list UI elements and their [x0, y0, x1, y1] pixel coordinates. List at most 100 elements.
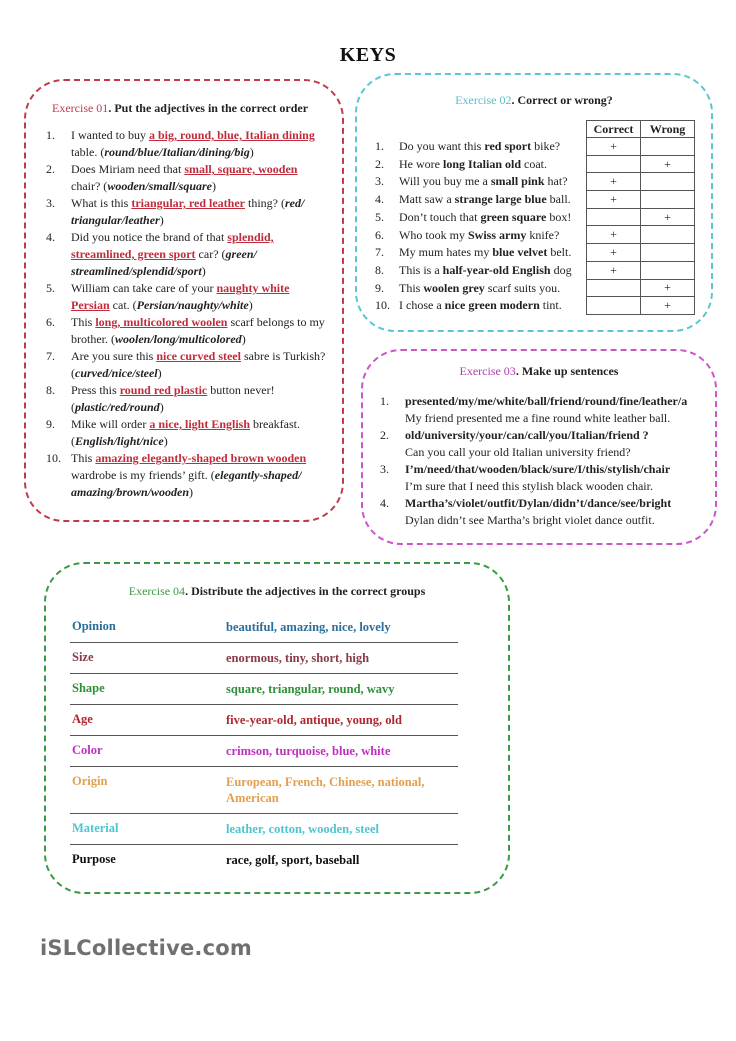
- wrong-cell: +: [640, 207, 695, 227]
- sentence-text: ): [159, 213, 164, 227]
- sentence-text: ): [212, 179, 216, 193]
- exercise-02-item: 6. Who took my Swiss army knife?: [375, 227, 595, 245]
- table-row: +: [586, 296, 695, 315]
- sentence-text: Mike will order: [71, 417, 150, 431]
- group-row: Color crimson, turquoise, blue, white: [70, 736, 458, 767]
- exercise-02-item: 1. Do you want this red sport bike?: [375, 138, 595, 156]
- sentence-text: Did you notice the brand of that: [71, 230, 228, 244]
- sentence-text: car? (: [195, 247, 226, 261]
- correct-cell: +: [586, 190, 641, 209]
- group-row: Origin European, French, Chinese, nationa…: [70, 767, 458, 814]
- page-title: KEYS: [339, 44, 397, 66]
- hint-adjectives: round/blue/Italian/dining/big: [104, 145, 250, 159]
- exercise-01-item: 8. Press this round red plastic button ne…: [46, 382, 326, 416]
- item-number: 1.: [380, 394, 389, 408]
- item-number: 5.: [375, 209, 384, 224]
- sentence-text: I wanted to buy: [71, 128, 149, 142]
- group-words: square, triangular, round, wavy: [226, 682, 395, 696]
- adjective-phrase: nice green modern: [444, 298, 540, 313]
- group-category: Size: [72, 650, 94, 664]
- exercise-03-heading: Exercise 03. Make up sentences: [363, 364, 715, 379]
- sentence-text: This: [399, 280, 424, 295]
- group-row: Age five-year-old, antique, young, old: [70, 705, 458, 736]
- item-number: 10.: [46, 451, 61, 465]
- exercise-03-list: 1. presented/my/me/white/ball/friend/roun…: [380, 393, 710, 529]
- wrong-cell: +: [640, 296, 695, 315]
- table-row: +: [586, 243, 695, 262]
- table-row: +: [586, 137, 695, 156]
- table-row: +: [586, 207, 695, 227]
- correct-cell: +: [586, 225, 641, 245]
- adjective-phrase: blue velvet: [492, 245, 548, 260]
- item-number: 6.: [46, 315, 55, 329]
- answer-adjectives: nice curved steel: [156, 349, 241, 363]
- answer-adjectives: amazing elegantly-shaped brown wooden: [95, 451, 307, 465]
- sentence-text: table. (: [71, 145, 105, 159]
- sentence-text: My mum hates my: [399, 245, 493, 260]
- sentence-text: ): [159, 400, 164, 414]
- sentence-text: I chose a: [399, 298, 445, 313]
- adjective-phrase: Swiss army: [468, 227, 527, 242]
- group-category: Material: [72, 821, 119, 835]
- item-number: 10.: [375, 298, 390, 313]
- wrong-cell: +: [640, 278, 695, 298]
- sentence-text: wardrobe is my friends’ gift. (: [71, 468, 215, 482]
- sentence-text: ): [248, 298, 253, 312]
- table-row: +: [586, 190, 695, 209]
- adjective-phrase: green square: [480, 209, 547, 224]
- sentence-text: He wore: [399, 156, 443, 171]
- table-row: +: [586, 172, 695, 192]
- sentence-text: ): [249, 145, 254, 159]
- group-category: Opinion: [72, 619, 116, 633]
- group-words: leather, cotton, wooden, steel: [226, 822, 379, 836]
- exercise-02-instruction: . Correct or wrong?: [511, 93, 613, 107]
- table-row: +: [586, 154, 695, 174]
- table-row: +: [586, 278, 695, 298]
- scrambled-words: presented/my/me/white/ball/friend/round/…: [405, 394, 688, 408]
- sentence-text: box!: [546, 209, 572, 224]
- exercise-03-item: 1. presented/my/me/white/ball/friend/roun…: [380, 393, 710, 426]
- exercise-02-list: 1. Do you want this red sport bike? 2. He w…: [375, 138, 595, 315]
- sentence-text: This: [71, 315, 96, 329]
- sentence-text: belt.: [547, 245, 572, 260]
- exercise-01-instruction: . Put the adjectives in the correct orde…: [108, 101, 309, 115]
- item-number: 3.: [375, 174, 384, 189]
- exercise-02-item: 2. He wore long Italian old coat.: [375, 156, 595, 174]
- exercise-04-label: Exercise 04: [128, 584, 186, 598]
- table-row: +: [586, 225, 695, 245]
- exercise-04-box: Exercise 04. Distribute the adjectives i…: [44, 562, 510, 894]
- item-number: 4.: [375, 192, 384, 207]
- group-row: Size enormous, tiny, short, high: [70, 643, 458, 674]
- table-row: +: [586, 260, 695, 280]
- answer-adjectives: triangular, red leather: [131, 196, 245, 210]
- adjective-phrase: strange large blue: [454, 192, 547, 207]
- scrambled-words: I’m/need/that/wooden/black/sure/I/this/s…: [405, 462, 671, 476]
- correct-cell: +: [586, 172, 641, 192]
- group-words: race, golf, sport, baseball: [226, 853, 360, 867]
- group-row: Opinion beautiful, amazing, nice, lovely: [70, 612, 458, 643]
- answer-sentence: Dylan didn’t see Martha’s bright violet …: [405, 512, 655, 527]
- correct-cell: +: [586, 260, 641, 280]
- exercise-01-box: Exercise 01. Put the adjectives in the c…: [24, 79, 344, 522]
- group-row: Purpose race, golf, sport, baseball: [70, 845, 458, 875]
- exercise-02-item: 10. I chose a nice green modern tint.: [375, 297, 595, 315]
- exercise-01-item: 7. Are you sure this nice curved steel sa…: [46, 348, 326, 382]
- item-number: 4.: [380, 496, 389, 510]
- wrong-cell: [640, 225, 695, 245]
- exercise-04-instruction: . Distribute the adjectives in the corre…: [185, 584, 426, 598]
- exercise-02-item: 9. This woolen grey scarf suits you.: [375, 280, 595, 298]
- sentence-text: Matt saw a: [399, 192, 455, 207]
- sentence-text: Do you want this: [399, 139, 485, 153]
- item-number: 5.: [46, 281, 55, 295]
- item-number: 1.: [375, 139, 384, 153]
- exercise-02-heading: Exercise 02. Correct or wrong?: [357, 93, 711, 108]
- group-words: European, French, Chinese, national, Ame…: [226, 775, 425, 805]
- sentence-text: Are you sure this: [71, 349, 157, 363]
- answer-adjectives: a big, round, blue, Italian dining: [148, 128, 315, 142]
- sentence-text: ball.: [546, 192, 571, 207]
- exercise-03-box: Exercise 03. Make up sentences 1. present…: [361, 349, 717, 545]
- hint-adjectives: wooden/small/square: [107, 179, 212, 193]
- exercise-03-item: 2. old/university/your/can/call/you/Itali…: [380, 427, 710, 460]
- scrambled-words: old/university/your/can/call/you/Italian…: [405, 428, 649, 442]
- item-number: 3.: [46, 196, 55, 210]
